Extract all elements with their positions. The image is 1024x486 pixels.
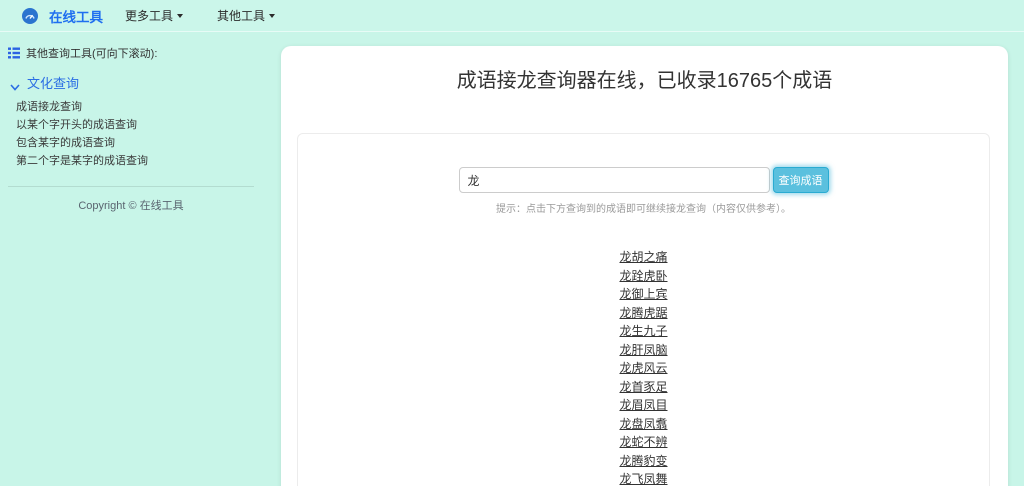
idiom-link[interactable]: 龙盘凤翥: [298, 415, 989, 434]
query-idiom-button[interactable]: 查询成语: [772, 167, 829, 193]
copyright-text: Copyright © 在线工具: [78, 200, 184, 212]
sidebar-item[interactable]: 第二个字是某字的成语查询: [8, 152, 254, 170]
idiom-link[interactable]: 龙生九子: [298, 322, 989, 341]
sidebar-item[interactable]: 包含某字的成语查询: [8, 134, 254, 152]
query-card: 查询成语 提示：点击下方查询到的成语即可继续接龙查询（内容仅供参考）。 龙胡之痛…: [297, 133, 990, 486]
sidebar-heading-label: 其他查询工具(可向下滚动):: [26, 48, 158, 60]
idiom-link[interactable]: 龙跧虎卧: [298, 267, 989, 286]
list-icon: [8, 47, 20, 59]
navbar-menus: 更多工具 其他工具: [115, 1, 285, 30]
sidebar-item[interactable]: 成语接龙查询: [8, 98, 254, 116]
idiom-link[interactable]: 龙肝凤脑: [298, 341, 989, 360]
caret-down-icon: [269, 13, 276, 18]
sidebar-item-list: 成语接龙查询 以某个字开头的成语查询 包含某字的成语查询 第二个字是某字的成语查…: [8, 98, 254, 170]
sidebar-heading: 其他查询工具(可向下滚动):: [8, 45, 254, 61]
sidebar-section-label: 文化查询: [27, 76, 80, 91]
idiom-link[interactable]: 龙眉凤目: [298, 396, 989, 415]
menu-other-tools-label: 其他工具: [217, 9, 266, 23]
idiom-link[interactable]: 龙胡之痛: [298, 248, 989, 267]
sidebar: 其他查询工具(可向下滚动): 文化查询 成语接龙查询 以某个字开头的成语查询 包…: [0, 40, 262, 213]
top-navbar: 在线工具 更多工具 其他工具: [0, 0, 1024, 32]
idiom-link[interactable]: 龙首豕足: [298, 378, 989, 397]
chevron-down-icon: [10, 79, 20, 91]
idiom-link[interactable]: 龙腾豹变: [298, 452, 989, 471]
menu-more-tools[interactable]: 更多工具: [115, 1, 193, 30]
sidebar-item[interactable]: 以某个字开头的成语查询: [8, 116, 254, 134]
sidebar-divider: [8, 186, 254, 187]
brand-link[interactable]: 在线工具: [49, 6, 103, 26]
idiom-link[interactable]: 龙御上宾: [298, 285, 989, 304]
main-panel: 成语接龙查询器在线，已收录16765个成语 查询成语 提示：点击下方查询到的成语…: [281, 46, 1008, 486]
idiom-link[interactable]: 龙飞凤舞: [298, 470, 989, 486]
caret-down-icon: [177, 13, 184, 18]
idiom-link[interactable]: 龙虎风云: [298, 359, 989, 378]
menu-other-tools[interactable]: 其他工具: [207, 1, 285, 30]
idiom-search-input[interactable]: [458, 167, 770, 193]
menu-more-tools-label: 更多工具: [125, 9, 174, 23]
idiom-link[interactable]: 龙腾虎踞: [298, 304, 989, 323]
hint-text: 提示：点击下方查询到的成语即可继续接龙查询（内容仅供参考）。: [496, 204, 791, 215]
idiom-link[interactable]: 龙蛇不辨: [298, 433, 989, 452]
page-title: 成语接龙查询器在线，已收录16765个成语: [456, 70, 833, 92]
sidebar-section-culture-query[interactable]: 文化查询: [10, 73, 254, 92]
search-row: 查询成语: [298, 167, 989, 193]
site-logo-icon[interactable]: [22, 7, 38, 24]
idiom-result-list: 龙胡之痛 龙跧虎卧 龙御上宾 龙腾虎踞 龙生九子 龙肝凤脑 龙虎风云 龙首豕足 …: [298, 248, 989, 486]
